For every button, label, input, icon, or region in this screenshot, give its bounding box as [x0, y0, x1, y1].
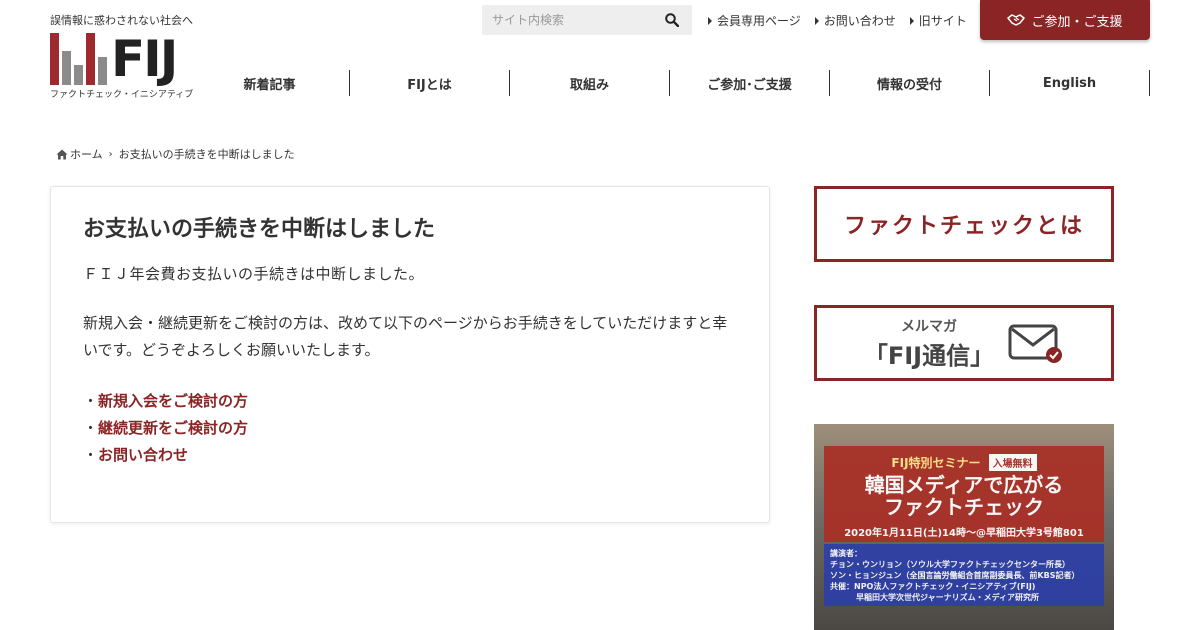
- top-link-contact[interactable]: お問い合わせ: [814, 12, 896, 29]
- seminar-details-block: 講演者： チョン・ウンリョン（ソウル大学ファクトチェックセンター所長） ソン・ヒ…: [824, 544, 1104, 606]
- seminar-speakers-label: 講演者：: [830, 549, 862, 558]
- nav-info-submission[interactable]: 情報の受付: [830, 70, 990, 96]
- chevron-right-icon: ›: [108, 148, 113, 160]
- seminar-title-line1: 韓国メディアで広がる: [864, 473, 1064, 497]
- breadcrumb-home[interactable]: ホーム: [70, 146, 103, 162]
- seminar-host-1: 共催：NPO法人ファクトチェック・イニシアティブ(FIJ): [830, 582, 1036, 591]
- search-icon: [665, 13, 679, 27]
- link-new-membership[interactable]: 新規入会をご検討の方: [98, 392, 248, 410]
- join-support-button[interactable]: ご参加・ご支援: [980, 0, 1150, 40]
- paragraph-instructions: 新規入会・継続更新をご検討の方は、改めて以下のページからお手続きをしていただけま…: [83, 314, 728, 359]
- seminar-free-badge: 入場無料: [988, 454, 1037, 471]
- link-renewal[interactable]: 継続更新をご検討の方: [98, 419, 248, 437]
- caret-right-icon: [909, 16, 914, 25]
- nav-english[interactable]: English: [990, 70, 1150, 96]
- seminar-label: FIJ特別セミナー: [891, 456, 981, 470]
- seminar-speaker-2: ソン・ヒョンジュン（全国言論労働組合首席副委員長、前KBS記者）: [830, 571, 1080, 580]
- nav-join-support[interactable]: ご参加･ご支援: [670, 70, 830, 96]
- logo-subtitle: ファクトチェック・イニシアティブ: [50, 90, 194, 100]
- global-nav: 新着記事 FIJとは 取組み ご参加･ご支援 情報の受付 English: [190, 70, 1150, 96]
- seminar-banner[interactable]: FIJ特別セミナー 入場無料 韓国メディアで広がる ファクトチェック 2020年…: [814, 424, 1114, 630]
- seminar-host-2: 早稲田大学次世代ジャーナリズム・メディア研究所: [856, 593, 1040, 602]
- newsletter-title: 「FIJ通信」: [863, 341, 995, 370]
- handshake-icon: [1007, 14, 1026, 26]
- list-item: ・お問い合わせ: [83, 446, 189, 464]
- seminar-header-block: FIJ特別セミナー 入場無料 韓国メディアで広がる ファクトチェック 2020年…: [824, 446, 1104, 542]
- breadcrumb: ホーム › お支払いの手続きを中断はしました: [56, 146, 295, 162]
- paragraph-interrupted: ＦＩＪ年会費お支払いの手続きは中断しました。: [83, 265, 425, 283]
- list-item: ・新規入会をご検討の方: [83, 392, 249, 410]
- nav-activities[interactable]: 取組み: [510, 70, 670, 96]
- caret-right-icon: [814, 16, 819, 25]
- search-button[interactable]: [657, 6, 687, 34]
- site-tagline: 誤情報に惑わされない社会へ: [50, 14, 193, 27]
- content-card: お支払いの手続きを中断はしました ＦＩＪ年会費お支払いの手続きは中断しました。 …: [50, 186, 770, 523]
- nav-new-articles[interactable]: 新着記事: [190, 70, 350, 96]
- search-box: [482, 5, 692, 35]
- top-link-members[interactable]: 会員専用ページ: [708, 12, 801, 29]
- link-list: ・新規入会をご検討の方 ・継続更新をご検討の方 ・お問い合わせ: [83, 388, 737, 469]
- top-link-old-site[interactable]: 旧サイト: [909, 12, 967, 29]
- banner-what-is-factcheck[interactable]: ファクトチェックとは: [814, 186, 1114, 262]
- logo-mark: FIJ: [50, 33, 210, 85]
- newsletter-label: メルマガ: [900, 318, 957, 335]
- logo-bars-icon: [50, 33, 107, 85]
- seminar-date: 2020年1月11日(土)14時〜@早稲田大学3号館801: [844, 528, 1084, 539]
- link-contact[interactable]: お問い合わせ: [98, 446, 188, 464]
- mail-icon: [1008, 324, 1063, 363]
- breadcrumb-current: お支払いの手続きを中断はしました: [118, 148, 295, 161]
- list-item: ・継続更新をご検討の方: [83, 419, 249, 437]
- nav-about-fij[interactable]: FIJとは: [350, 70, 510, 96]
- top-links: 会員専用ページ お問い合わせ 旧サイト: [708, 12, 967, 29]
- caret-right-icon: [708, 16, 712, 25]
- home-icon: [56, 149, 68, 159]
- seminar-title-line2: ファクトチェック: [884, 495, 1044, 519]
- page-title: お支払いの手続きを中断はしました: [83, 217, 436, 242]
- logo-text: FIJ: [111, 30, 178, 88]
- search-input[interactable]: [482, 6, 657, 34]
- site-logo[interactable]: 誤情報に惑わされない社会へ FIJ ファクトチェック・イニシアティブ: [50, 12, 210, 100]
- banner-newsletter[interactable]: メルマガ 「FIJ通信」: [814, 305, 1114, 381]
- seminar-speaker-1: チョン・ウンリョン（ソウル大学ファクトチェックセンター所長）: [830, 560, 1070, 569]
